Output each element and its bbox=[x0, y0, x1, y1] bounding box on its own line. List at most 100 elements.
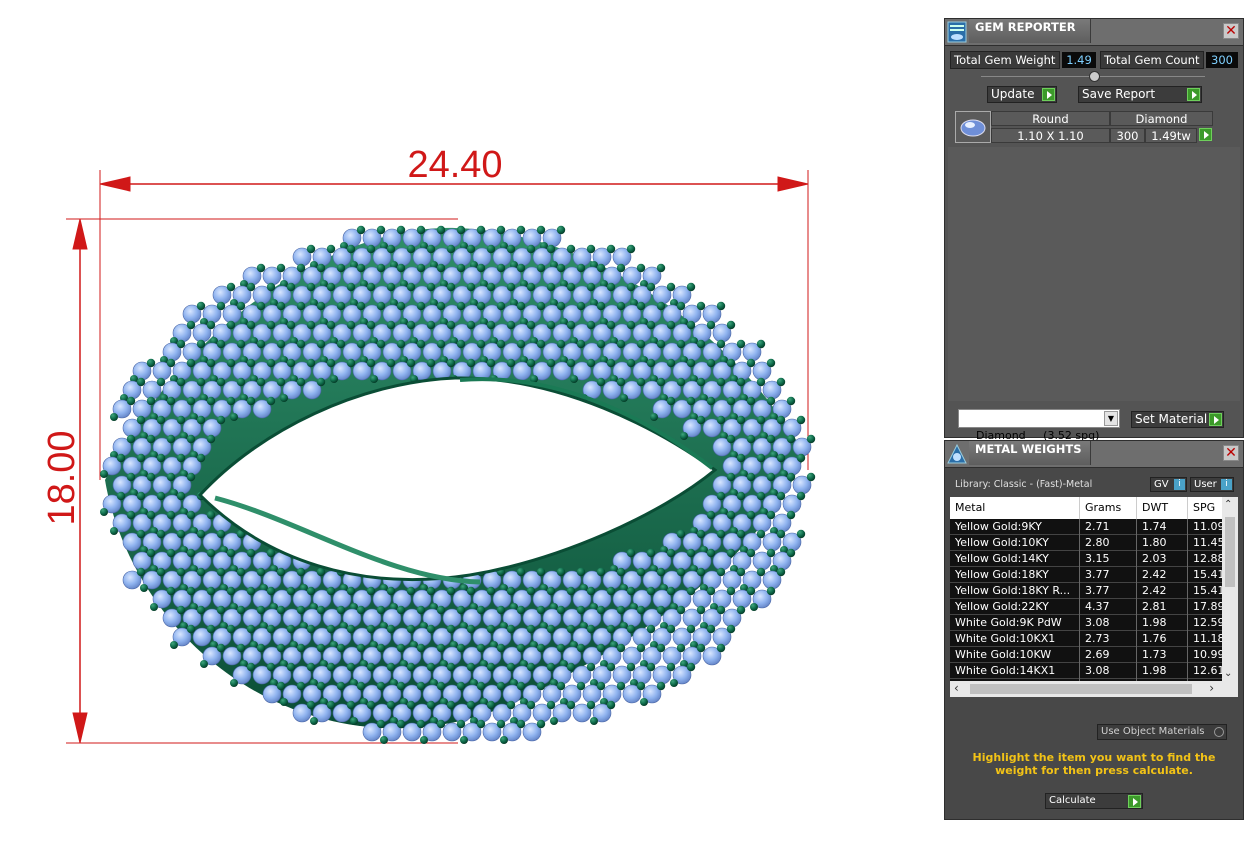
column-dwt[interactable]: DWT bbox=[1136, 497, 1193, 519]
prong bbox=[166, 472, 176, 482]
column-metal[interactable]: Metal bbox=[950, 497, 1084, 519]
chevron-down-icon[interactable]: ▼ bbox=[1104, 411, 1118, 426]
prong bbox=[306, 282, 316, 292]
chevron-right-icon[interactable]: › bbox=[1209, 681, 1214, 695]
table-row[interactable]: White Gold:10KW 2.69 1.73 10.99 bbox=[950, 647, 1222, 663]
prong bbox=[316, 643, 326, 653]
save-report-button[interactable]: Save Report bbox=[1078, 86, 1202, 103]
prong bbox=[686, 282, 696, 292]
prong bbox=[516, 719, 526, 729]
prong bbox=[326, 282, 336, 292]
prong bbox=[376, 643, 386, 653]
table-row[interactable]: Yellow Gold:14KY 3.15 2.03 12.88 bbox=[950, 551, 1222, 567]
close-icon[interactable]: ✕ bbox=[1223, 445, 1239, 461]
prong bbox=[506, 624, 516, 634]
column-grams[interactable]: Grams bbox=[1079, 497, 1142, 519]
prong bbox=[576, 339, 586, 349]
set-material-button[interactable]: Set Material bbox=[1131, 411, 1224, 428]
prong bbox=[536, 225, 546, 235]
material-select[interactable]: Diamond (3.52 spg) ▼ bbox=[958, 409, 1120, 442]
spg-value: 11.18 bbox=[1187, 631, 1222, 647]
metal-weights-titlebar[interactable]: METAL WEIGHTS ✕ bbox=[945, 441, 1243, 468]
prong bbox=[766, 586, 776, 596]
prong bbox=[566, 700, 576, 710]
chevron-left-icon[interactable]: ‹ bbox=[954, 681, 959, 695]
calculate-button[interactable]: Calculate bbox=[1045, 793, 1143, 809]
prong bbox=[556, 225, 566, 235]
grams-value: 3.08 bbox=[1079, 615, 1136, 631]
prong bbox=[566, 586, 576, 596]
gem-reporter-titlebar[interactable]: GEM REPORTER ✕ bbox=[945, 19, 1243, 46]
prong bbox=[726, 548, 736, 558]
prong bbox=[666, 358, 676, 368]
collapse-handle[interactable] bbox=[1089, 71, 1100, 82]
prong bbox=[256, 301, 266, 311]
scroll-thumb[interactable] bbox=[970, 684, 1192, 694]
gem-row[interactable]: 1.10 X 1.10 300 1.49tw bbox=[991, 128, 1213, 143]
prong bbox=[330, 375, 338, 383]
prong bbox=[416, 301, 426, 311]
horizontal-scrollbar[interactable]: ‹ › bbox=[950, 681, 1238, 697]
prong bbox=[636, 301, 646, 311]
spg-value: 11.09 bbox=[1187, 519, 1222, 535]
update-button[interactable]: Update bbox=[987, 86, 1057, 103]
prong bbox=[186, 358, 196, 368]
table-row[interactable]: Yellow Gold:9KY 2.71 1.74 11.09 bbox=[950, 519, 1222, 535]
table-row[interactable]: Yellow Gold:22KY 4.37 2.81 17.89 bbox=[950, 599, 1222, 615]
scroll-thumb[interactable] bbox=[1225, 517, 1235, 587]
material-header: Diamond bbox=[1110, 111, 1213, 126]
prong bbox=[396, 301, 406, 311]
prong bbox=[146, 510, 156, 520]
model-viewport[interactable]: 24.40 18.00 bbox=[0, 0, 940, 843]
prong bbox=[226, 586, 236, 596]
use-object-materials-button[interactable]: Use Object Materials bbox=[1097, 724, 1227, 740]
prong bbox=[286, 624, 296, 634]
prong bbox=[316, 339, 326, 349]
prong bbox=[296, 643, 306, 653]
prong bbox=[316, 567, 326, 577]
table-row[interactable]: Yellow Gold:18KY 3.77 2.42 15.41 bbox=[950, 567, 1222, 583]
table-row[interactable]: White Gold:10KX1 2.73 1.76 11.18 bbox=[950, 631, 1222, 647]
panel-title: METAL WEIGHTS bbox=[969, 441, 1091, 465]
vertical-scrollbar[interactable]: ⌃ ⌄ bbox=[1222, 497, 1238, 681]
prong bbox=[436, 301, 446, 311]
prong bbox=[626, 662, 636, 672]
spg-value: 15.41 bbox=[1187, 583, 1222, 599]
prong bbox=[736, 339, 746, 349]
table-row[interactable]: Yellow Gold:10KY 2.80 1.80 11.45 bbox=[950, 535, 1222, 551]
prong bbox=[336, 339, 346, 349]
prong bbox=[446, 320, 456, 330]
gem-row-go-button[interactable] bbox=[1197, 128, 1212, 143]
gv-button[interactable]: GV i bbox=[1150, 477, 1187, 492]
prong bbox=[336, 605, 346, 615]
prong bbox=[316, 377, 326, 387]
chevron-down-icon[interactable]: ⌄ bbox=[1224, 668, 1232, 679]
table-row[interactable]: White Gold:14KX1 3.08 1.98 12.61 bbox=[950, 663, 1222, 679]
prong bbox=[146, 396, 156, 406]
prong bbox=[226, 624, 236, 634]
metal-weights-table[interactable]: Metal Grams DWT SPG Yellow Gold:9KY 2.71 1… bbox=[950, 497, 1238, 697]
prong bbox=[266, 358, 276, 368]
prong bbox=[426, 586, 436, 596]
prong bbox=[516, 263, 526, 273]
prong bbox=[306, 244, 316, 254]
prong bbox=[226, 358, 236, 368]
close-icon[interactable]: ✕ bbox=[1223, 23, 1239, 39]
prong bbox=[616, 339, 626, 349]
table-row[interactable]: White Gold:9K PdW 3.08 1.98 12.59 bbox=[950, 615, 1222, 631]
prong bbox=[626, 358, 636, 368]
prong bbox=[476, 301, 486, 311]
round-gem-thumbnail[interactable] bbox=[955, 111, 991, 143]
prong bbox=[336, 301, 346, 311]
chevron-up-icon[interactable]: ⌃ bbox=[1224, 499, 1232, 510]
prong bbox=[426, 358, 436, 368]
prong bbox=[416, 339, 426, 349]
prong bbox=[496, 225, 506, 235]
prong bbox=[556, 301, 566, 311]
prong bbox=[376, 301, 386, 311]
user-button[interactable]: User i bbox=[1190, 477, 1234, 492]
prong bbox=[596, 301, 606, 311]
table-row[interactable]: Yellow Gold:18KY R... 3.77 2.42 15.41 bbox=[950, 583, 1222, 599]
prong bbox=[676, 529, 686, 539]
prong bbox=[606, 624, 616, 634]
